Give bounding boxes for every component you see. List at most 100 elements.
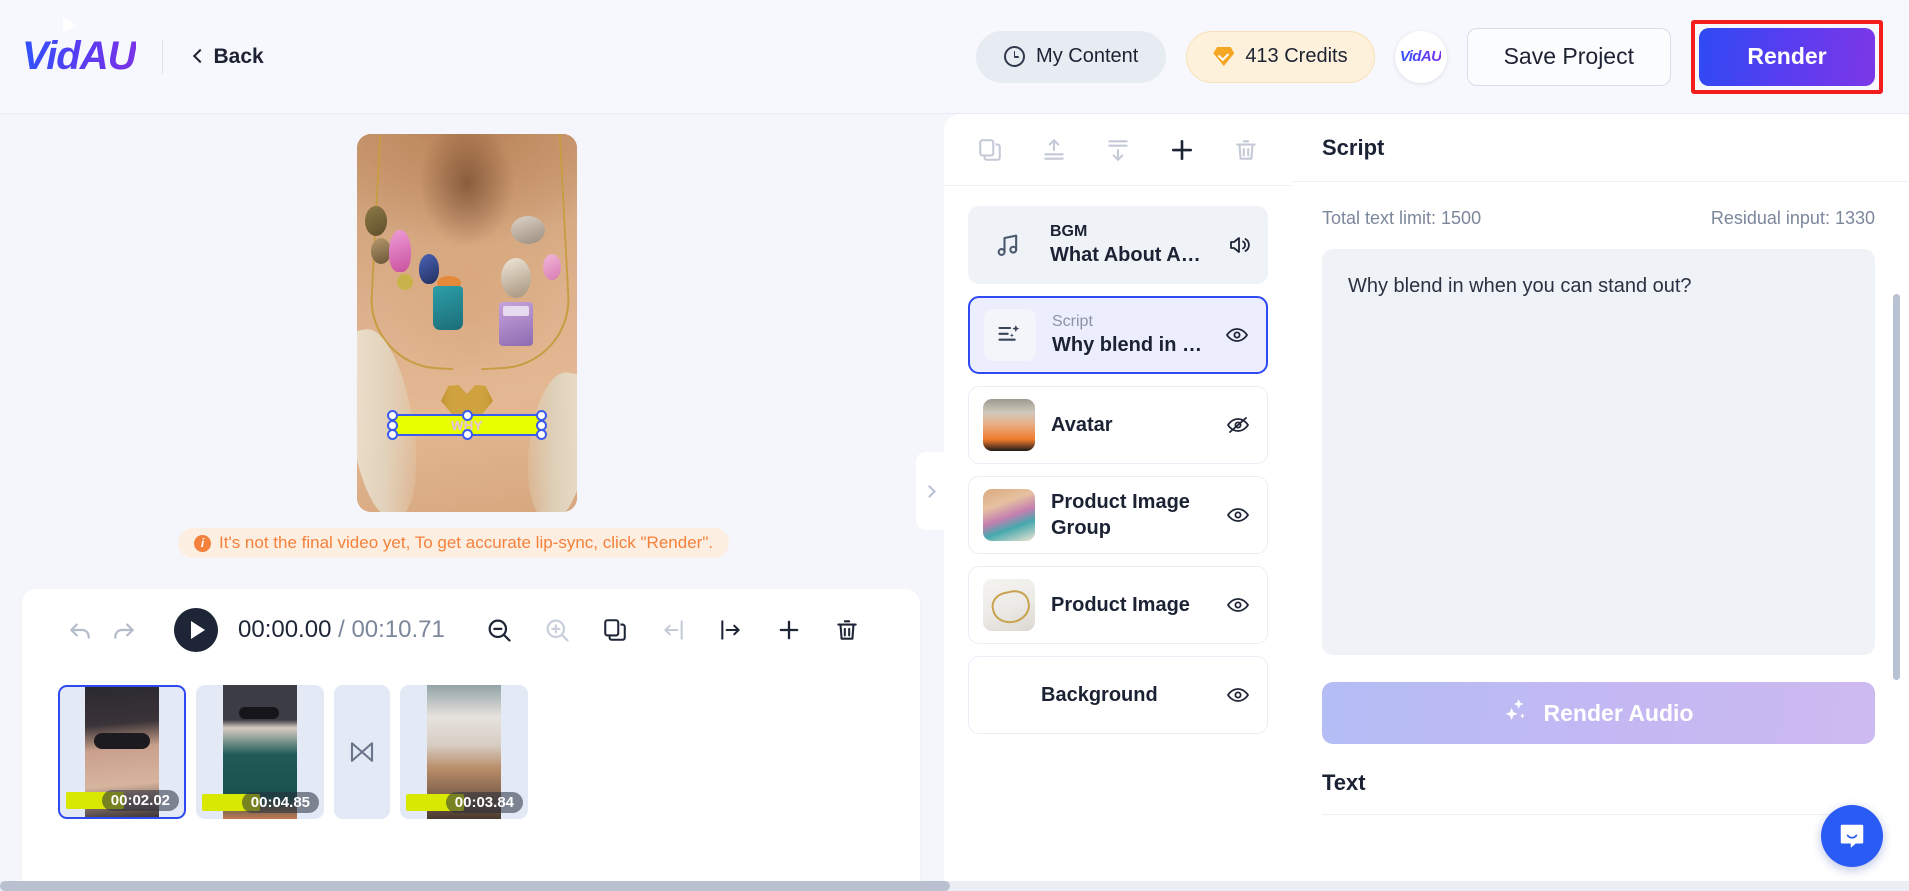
charm xyxy=(511,216,545,244)
app-logo: VidAU xyxy=(22,17,137,79)
timeline-clip[interactable]: 00:03.84 xyxy=(400,685,528,819)
avatar[interactable]: VidAU xyxy=(1394,30,1447,83)
undo-icon[interactable] xyxy=(58,608,102,652)
lipsync-warning-text: It's not the final video yet, To get acc… xyxy=(219,533,714,552)
layer-item-title: Product Image xyxy=(1051,594,1190,616)
script-input[interactable] xyxy=(1322,249,1875,655)
play-button[interactable] xyxy=(174,608,218,652)
eye-open-icon[interactable] xyxy=(1225,682,1251,708)
text-section-title: Text xyxy=(1322,770,1366,795)
trash-icon[interactable] xyxy=(1229,133,1263,167)
split-right-icon[interactable] xyxy=(709,608,753,652)
back-button[interactable]: Back xyxy=(191,39,268,75)
eye-open-icon[interactable] xyxy=(1225,502,1251,528)
page-scrollbar-thumb[interactable] xyxy=(0,881,950,891)
zoom-in-icon[interactable] xyxy=(535,608,579,652)
render-button[interactable]: Render xyxy=(1699,27,1875,86)
layer-item-text: Background xyxy=(1041,682,1225,708)
resize-handle-bottom-right[interactable] xyxy=(536,429,547,440)
script-panel: Script Total text limit: 1500 Residual i… xyxy=(1292,114,1909,891)
render-audio-label: Render Audio xyxy=(1543,699,1694,726)
music-note-icon xyxy=(982,219,1034,271)
clip-duration: 00:02.02 xyxy=(101,790,179,811)
sparkle-icon xyxy=(1504,697,1530,729)
duplicate-icon[interactable] xyxy=(973,133,1007,167)
charm xyxy=(365,206,387,236)
layer-thumbnail xyxy=(983,399,1035,451)
selected-text-box[interactable]: WHY xyxy=(387,410,547,440)
play-triangle-icon xyxy=(63,17,76,33)
avatar-thumbnail-image xyxy=(983,399,1035,451)
split-left-icon[interactable] xyxy=(651,608,695,652)
chat-bubble-icon[interactable] xyxy=(1821,805,1883,867)
eye-off-icon[interactable] xyxy=(1225,412,1251,438)
layer-item-title: Why blend in … xyxy=(1052,334,1202,356)
panel-expand-button[interactable] xyxy=(916,452,946,530)
preview-column: WHY i It's not the final video yet, To g… xyxy=(0,114,940,891)
render-annotation-box: Render xyxy=(1691,19,1883,94)
resize-handle-bottom-left[interactable] xyxy=(387,429,398,440)
eye-open-icon[interactable] xyxy=(1225,592,1251,618)
charm xyxy=(543,254,561,280)
play-icon xyxy=(191,621,205,639)
transition-bowtie-icon[interactable] xyxy=(334,685,390,819)
layer-item-bgm[interactable]: BGM What About A… xyxy=(968,206,1268,284)
layer-item-text: Product Image xyxy=(1051,592,1225,618)
info-icon: i xyxy=(194,534,211,552)
section-divider xyxy=(1322,814,1875,815)
layer-panel: BGM What About A… Script Why blend in … … xyxy=(944,114,1292,891)
layer-item-avatar[interactable]: Avatar xyxy=(968,386,1268,464)
bring-to-front-icon[interactable] xyxy=(1037,133,1071,167)
render-audio-button[interactable]: Render Audio xyxy=(1322,682,1875,744)
charm xyxy=(397,274,413,290)
duplicate-icon[interactable] xyxy=(593,608,637,652)
timeline-clip[interactable]: 00:02.02 xyxy=(58,685,186,819)
send-to-back-icon[interactable] xyxy=(1101,133,1135,167)
layer-list: BGM What About A… Script Why blend in … … xyxy=(944,186,1292,734)
plus-icon[interactable] xyxy=(1165,133,1199,167)
layer-thumbnail xyxy=(983,579,1035,631)
script-panel-scrollbar[interactable] xyxy=(1893,294,1900,680)
redo-icon[interactable] xyxy=(102,608,146,652)
avatar-label: VidAU xyxy=(1399,48,1442,65)
timeline-panel: 00:00.00 / 00:10.71 00:02.02 00:04.85 00… xyxy=(22,589,920,891)
gem-icon xyxy=(1213,47,1235,66)
layer-item-script[interactable]: Script Why blend in … xyxy=(968,296,1268,374)
video-preview[interactable]: WHY xyxy=(357,134,577,512)
timecode-display: 00:00.00 / 00:10.71 xyxy=(238,616,445,644)
trash-icon[interactable] xyxy=(825,608,869,652)
zoom-out-icon[interactable] xyxy=(477,608,521,652)
total-time: 00:10.71 xyxy=(351,616,445,643)
save-project-button[interactable]: Save Project xyxy=(1466,27,1671,86)
layer-item-product-image[interactable]: Product Image xyxy=(968,566,1268,644)
volume-on-icon[interactable] xyxy=(1226,232,1252,258)
resize-handle-bottom-middle[interactable] xyxy=(461,429,473,440)
total-text-limit: Total text limit: 1500 xyxy=(1322,208,1482,228)
layer-item-text: Script Why blend in … xyxy=(1052,312,1224,358)
clip-duration: 00:03.84 xyxy=(445,792,523,813)
layer-item-title: Background xyxy=(1041,684,1158,706)
layer-item-product-image-group[interactable]: Product Image Group xyxy=(968,476,1268,554)
resize-handle-top-middle[interactable] xyxy=(461,410,473,421)
my-content-button[interactable]: My Content xyxy=(976,30,1167,83)
credits-label: 413 Credits xyxy=(1245,45,1348,67)
plus-icon[interactable] xyxy=(767,608,811,652)
timeline-clip[interactable]: 00:04.85 xyxy=(196,685,324,819)
layer-item-title: Product Image Group xyxy=(1051,491,1190,539)
product-thumbnail-image xyxy=(983,579,1035,631)
product-group-thumbnail-image xyxy=(983,489,1035,541)
eye-open-icon[interactable] xyxy=(1224,322,1250,348)
timeline-track: 00:02.02 00:04.85 00:03.84 xyxy=(22,671,920,819)
charm xyxy=(433,286,463,330)
charm xyxy=(501,258,531,298)
layer-item-text: Avatar xyxy=(1051,412,1225,438)
header-divider xyxy=(161,39,163,74)
layer-item-background[interactable]: Background xyxy=(968,656,1268,734)
credits-badge[interactable]: 413 Credits xyxy=(1186,30,1375,83)
script-meta: Total text limit: 1500 Residual input: 1… xyxy=(1322,208,1875,229)
charm xyxy=(499,302,533,346)
clip-duration: 00:04.85 xyxy=(241,792,319,813)
chevron-right-icon xyxy=(923,484,936,498)
timeline-toolbar: 00:00.00 / 00:10.71 xyxy=(22,589,920,671)
page-scrollbar-track[interactable] xyxy=(0,881,1909,891)
